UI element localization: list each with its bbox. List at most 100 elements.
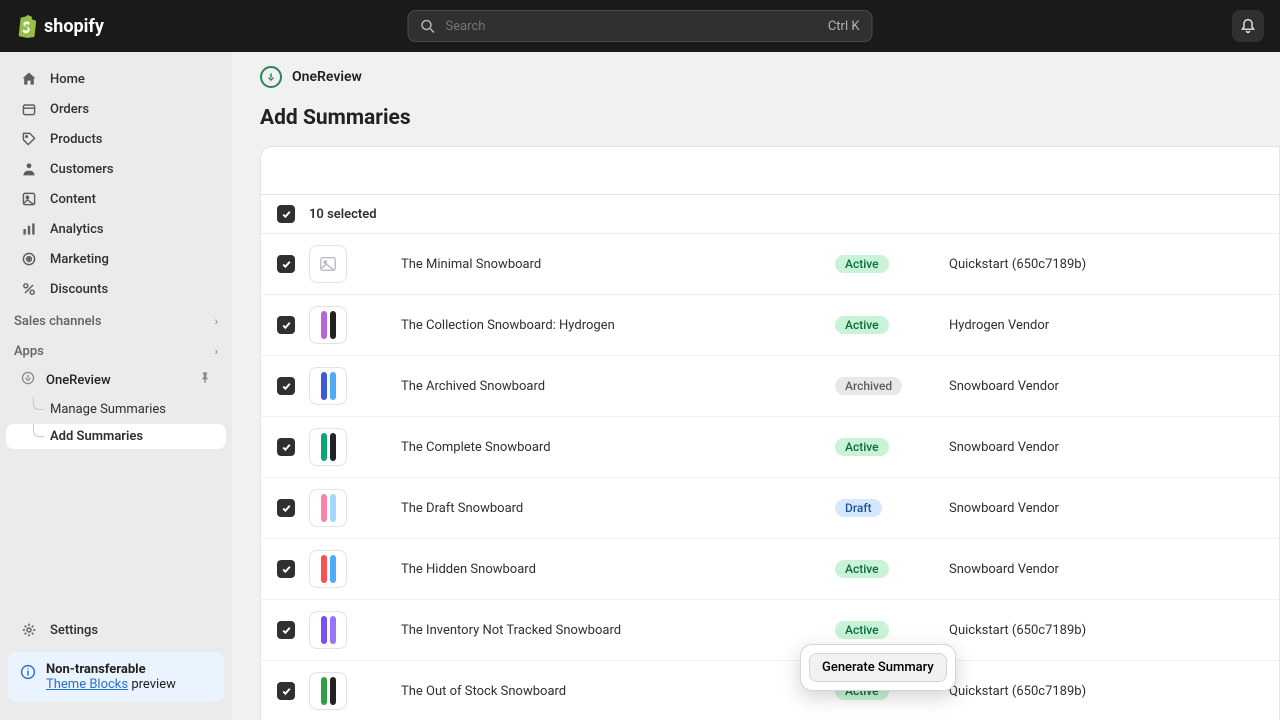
nav-analytics[interactable]: Analytics xyxy=(6,215,226,243)
row-checkbox[interactable] xyxy=(277,499,295,517)
table-row[interactable]: The Complete Snowboard Active Snowboard Ve… xyxy=(261,417,1279,478)
table-row[interactable]: The Hidden SnowboardActiveSnowboard Vend… xyxy=(261,539,1279,600)
shopify-icon xyxy=(16,14,38,38)
app-sub-add[interactable]: Add Summaries xyxy=(6,424,226,449)
status-cell: Active xyxy=(835,438,935,456)
preview-banner: Non-transferable Theme Blocks preview xyxy=(8,652,224,702)
row-checkbox[interactable] xyxy=(277,560,295,578)
status-cell: Active xyxy=(835,316,935,334)
vendor-name: Quickstart (650c7189b) xyxy=(949,684,1263,699)
search-field[interactable] xyxy=(446,19,818,34)
notifications-button[interactable] xyxy=(1232,10,1264,42)
row-checkbox[interactable] xyxy=(277,438,295,456)
floating-action-bar: Generate Summary xyxy=(800,644,956,691)
bell-icon xyxy=(1240,18,1256,34)
apps-section[interactable]: Apps › xyxy=(0,334,232,364)
table-row[interactable]: The Out of Stock SnowboardActiveQuicksta… xyxy=(261,661,1279,720)
nav-label: Products xyxy=(50,132,102,147)
product-name: The Minimal Snowboard xyxy=(361,257,821,272)
product-name: The Out of Stock Snowboard xyxy=(361,684,821,699)
nav-label: Marketing xyxy=(50,252,109,267)
product-name: The Archived Snowboard xyxy=(361,379,821,394)
table-row[interactable]: The Archived SnowboardArchivedSnowboard … xyxy=(261,356,1279,417)
product-thumbnail xyxy=(309,306,347,344)
vendor-name: Snowboard Vendor xyxy=(949,501,1263,516)
nav-settings[interactable]: Settings xyxy=(6,616,226,644)
table-row[interactable]: The Minimal Snowboard Active Quickstart (6… xyxy=(261,234,1279,295)
app-header: OneReview xyxy=(232,52,1280,88)
product-name: The Complete Snowboard xyxy=(361,440,821,455)
product-name: The Hidden Snowboard xyxy=(361,562,821,577)
nav-label: Settings xyxy=(50,623,98,638)
nav-content[interactable]: Content xyxy=(6,185,226,213)
vendor-name: Snowboard Vendor xyxy=(949,440,1263,455)
row-checkbox[interactable] xyxy=(277,621,295,639)
status-cell: Active xyxy=(835,255,935,273)
selected-count: 10 selected xyxy=(309,207,377,222)
vendor-name: Quickstart (650c7189b) xyxy=(949,257,1263,272)
nav-marketing[interactable]: Marketing xyxy=(6,245,226,273)
app-sub-manage[interactable]: Manage Summaries xyxy=(6,397,226,422)
page-title: Add Summaries xyxy=(232,88,1280,146)
table-row[interactable]: The Draft SnowboardDraftSnowboard Vendor xyxy=(261,478,1279,539)
sales-channels-section[interactable]: Sales channels › xyxy=(0,304,232,334)
row-checkbox[interactable] xyxy=(277,316,295,334)
product-name: The Inventory Not Tracked Snowboard xyxy=(361,623,821,638)
marketing-icon xyxy=(20,250,38,268)
table-row[interactable]: The Inventory Not Tracked Snowboard Activ… xyxy=(261,600,1279,661)
status-cell: Active xyxy=(835,560,935,578)
status-badge: Active xyxy=(835,438,889,456)
products-icon xyxy=(20,130,38,148)
nav-label: Customers xyxy=(50,162,114,177)
row-checkbox[interactable] xyxy=(277,377,295,395)
nav-orders[interactable]: Orders xyxy=(6,95,226,123)
banner-title: Non-transferable xyxy=(46,662,146,677)
section-label: Apps xyxy=(14,344,44,359)
sidebar: Home Orders Products Customers Content A… xyxy=(0,52,232,720)
table-row[interactable]: The Collection Snowboard: HydrogenActive… xyxy=(261,295,1279,356)
status-badge: Active xyxy=(835,621,889,639)
analytics-icon xyxy=(20,220,38,238)
status-cell: Archived xyxy=(835,377,935,395)
section-label: Sales channels xyxy=(14,314,102,329)
product-thumbnail xyxy=(309,428,347,466)
customers-icon xyxy=(20,160,38,178)
nav-products[interactable]: Products xyxy=(6,125,226,153)
nav-discounts[interactable]: Discounts xyxy=(6,275,226,303)
generate-summary-button[interactable]: Generate Summary xyxy=(809,653,947,682)
table-header-blank xyxy=(261,147,1279,195)
status-badge: Archived xyxy=(835,377,902,395)
app-onereview[interactable]: OneReview xyxy=(6,365,226,395)
select-all-checkbox[interactable] xyxy=(277,205,295,223)
settings-icon xyxy=(20,621,38,639)
vendor-name: Quickstart (650c7189b) xyxy=(949,623,1263,638)
product-thumbnail xyxy=(309,245,347,283)
product-thumbnail xyxy=(309,367,347,405)
app-sub-label: Add Summaries xyxy=(50,429,143,444)
nav-home[interactable]: Home xyxy=(6,65,226,93)
chevron-right-icon: › xyxy=(215,345,218,358)
discounts-icon xyxy=(20,280,38,298)
nav-customers[interactable]: Customers xyxy=(6,155,226,183)
product-thumbnail xyxy=(309,550,347,588)
banner-text: preview xyxy=(128,677,176,692)
banner-link[interactable]: Theme Blocks xyxy=(46,677,128,692)
status-cell: Active xyxy=(835,621,935,639)
search-shortcut: Ctrl K xyxy=(828,19,860,34)
topbar: shopify Ctrl K xyxy=(0,0,1280,52)
info-icon xyxy=(20,664,36,684)
app-label: OneReview xyxy=(46,373,111,388)
product-thumbnail xyxy=(309,672,347,710)
status-badge: Draft xyxy=(835,499,882,517)
nav-label: Analytics xyxy=(50,222,104,237)
row-checkbox[interactable] xyxy=(277,682,295,700)
row-checkbox[interactable] xyxy=(277,255,295,273)
pin-icon[interactable] xyxy=(198,371,212,389)
chevron-right-icon: › xyxy=(215,315,218,328)
app-icon xyxy=(20,370,36,390)
select-all-row: 10 selected xyxy=(261,195,1279,234)
nav-label: Discounts xyxy=(50,282,108,297)
search-input[interactable]: Ctrl K xyxy=(408,10,873,42)
brand-logo[interactable]: shopify xyxy=(16,14,104,38)
vendor-name: Hydrogen Vendor xyxy=(949,318,1263,333)
